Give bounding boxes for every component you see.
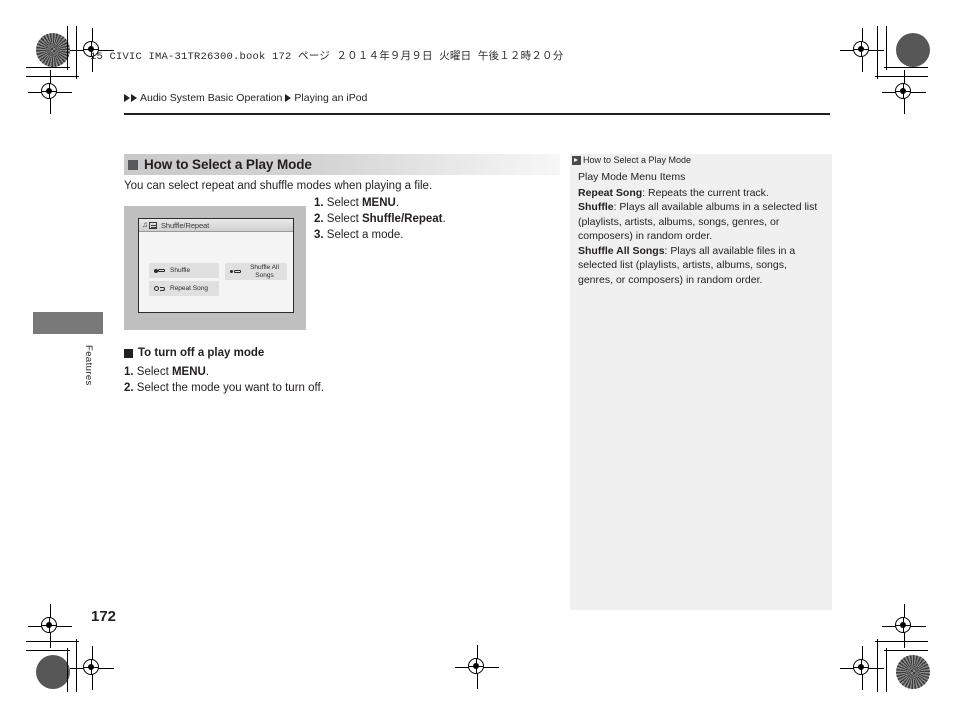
- triangle-right-icon: [124, 94, 130, 102]
- list-item: 3. Select a mode.: [314, 227, 446, 243]
- crop-line-br-v2: [877, 639, 878, 692]
- step-number: 1.: [314, 197, 324, 209]
- step-text: Select: [326, 213, 362, 225]
- crop-line-tl-v2: [76, 26, 77, 79]
- music-note-icon: ♫: [142, 220, 148, 229]
- list-item: 1. Select MENU.: [314, 195, 446, 211]
- page-number: 172: [91, 608, 117, 625]
- illustration-container: ♫ Shuffle/Repeat Shuffle Repeat Song Shu…: [124, 206, 306, 330]
- triangle-right-icon: [285, 94, 292, 102]
- crop-line-tr-h2: [875, 76, 928, 77]
- screen-title-bar: ♫ Shuffle/Repeat: [139, 219, 293, 232]
- registration-rosette-bottom-right: [896, 655, 930, 689]
- turn-off-steps: 1. Select MENU. 2. Select the mode you w…: [124, 364, 324, 396]
- crop-line-bl-h2: [26, 641, 79, 642]
- crop-line-tl-v1: [67, 26, 68, 70]
- screen-button-label: Shuffle: [170, 266, 191, 274]
- chapter-tab-label: Features: [83, 345, 94, 386]
- screen-title-label: Shuffle/Repeat: [161, 220, 210, 230]
- registration-crosshair-bottom-left: [70, 646, 114, 690]
- crop-line-tr-h1: [884, 67, 928, 68]
- step-suffix: .: [205, 366, 210, 378]
- step-number: 3.: [314, 229, 324, 241]
- note-item: Repeat Song: Repeats the current track.: [578, 186, 824, 201]
- registration-crosshair-bottom-right: [840, 646, 884, 690]
- list-item: 1. Select MENU.: [124, 364, 324, 380]
- registration-crosshair-inner-top-left: [28, 70, 72, 114]
- step-text: Select a mode.: [326, 229, 404, 241]
- note-item-desc: : Plays all available albums in a select…: [578, 201, 818, 242]
- section-heading: How to Select a Play Mode: [124, 154, 560, 175]
- step-emphasis: Shuffle/Repeat: [361, 213, 443, 225]
- intro-text: You can select repeat and shuffle modes …: [124, 180, 433, 192]
- breadcrumb: Audio System Basic Operation Playing an …: [124, 92, 367, 104]
- note-item: Shuffle: Plays all available albums in a…: [578, 200, 824, 244]
- procedure-steps: 1. Select MENU. 2. Select Shuffle/Repeat…: [314, 195, 446, 243]
- header-rule: [124, 113, 830, 115]
- double-chevron-right-icon: [572, 155, 581, 165]
- crop-line-tr-v1: [886, 26, 887, 70]
- crop-line-br-h2: [875, 641, 928, 642]
- filled-square-icon: [128, 159, 138, 170]
- breadcrumb-topic[interactable]: Playing an iPod: [294, 92, 367, 104]
- registration-crosshair-inner-top-right: [882, 70, 926, 114]
- crop-line-br-v1: [886, 648, 887, 692]
- shuffle-all-icon: [230, 269, 241, 275]
- step-suffix: .: [442, 213, 446, 225]
- note-item: Shuffle All Songs: Plays all available f…: [578, 244, 824, 288]
- crop-line-bl-v1: [67, 648, 68, 692]
- note-item-term: Shuffle: [578, 201, 614, 213]
- triangle-right-icon: [131, 94, 137, 102]
- list-screen-icon: [149, 221, 157, 229]
- crop-line-tl-h1: [26, 67, 70, 68]
- step-text: Select the mode you want to turn off.: [136, 382, 324, 394]
- step-suffix: .: [395, 197, 400, 209]
- repeat-song-icon: [154, 286, 165, 292]
- registration-dot-bottom-left: [36, 655, 70, 689]
- note-panel-heading: How to Select a Play Mode: [572, 155, 691, 165]
- step-number: 1.: [124, 366, 134, 378]
- turn-off-heading: To turn off a play mode: [124, 347, 264, 359]
- step-text: Select: [136, 366, 172, 378]
- screen-button-shuffle[interactable]: Shuffle: [149, 263, 219, 278]
- turn-off-title: To turn off a play mode: [138, 347, 265, 359]
- note-panel-body: Play Mode Menu Items Repeat Song: Repeat…: [578, 170, 824, 287]
- registration-crosshair-bottom-center: [455, 645, 499, 689]
- head-unit-screen: ♫ Shuffle/Repeat Shuffle Repeat Song Shu…: [138, 218, 294, 313]
- note-item-term: Repeat Song: [578, 186, 643, 199]
- note-panel-title: How to Select a Play Mode: [583, 155, 692, 165]
- crop-line-bl-h1: [26, 650, 70, 651]
- step-number: 2.: [314, 213, 324, 225]
- list-item: 2. Select the mode you want to turn off.: [124, 380, 324, 396]
- registration-dot-top-right: [896, 33, 930, 67]
- print-book-line: 15 CIVIC IMA-31TR26300.book 172 ページ ２０１４…: [90, 51, 564, 63]
- crop-line-tr-v2: [877, 26, 878, 79]
- note-item-desc: : Repeats the current track.: [642, 186, 769, 199]
- crop-line-tl-h2: [26, 76, 79, 77]
- crop-line-br-h1: [884, 650, 928, 651]
- crop-line-bl-v2: [76, 639, 77, 692]
- breadcrumb-section[interactable]: Audio System Basic Operation: [140, 92, 282, 104]
- list-item: 2. Select Shuffle/Repeat.: [314, 211, 446, 227]
- chapter-tab-marker: [33, 312, 103, 334]
- registration-crosshair-inner-bottom-left: [28, 604, 72, 648]
- step-emphasis: MENU: [361, 197, 396, 209]
- registration-crosshair-top-right: [840, 28, 884, 72]
- shuffle-icon: [154, 268, 165, 274]
- page-title: How to Select a Play Mode: [144, 157, 312, 172]
- registration-rosette-top-left: [36, 33, 70, 67]
- screen-button-label: Repeat Song: [170, 284, 208, 292]
- note-subtitle: Play Mode Menu Items: [578, 171, 686, 183]
- screen-button-repeat-song[interactable]: Repeat Song: [149, 281, 219, 296]
- screen-button-shuffle-all-songs[interactable]: Shuffle All Songs: [225, 263, 287, 280]
- step-number: 2.: [124, 382, 134, 394]
- registration-crosshair-inner-bottom-right: [882, 604, 926, 648]
- note-item-term: Shuffle All Songs: [578, 244, 665, 257]
- screen-button-label: Shuffle All Songs: [250, 264, 279, 279]
- step-text: Select: [326, 197, 362, 209]
- filled-square-icon: [124, 348, 133, 358]
- step-emphasis: MENU: [171, 366, 206, 378]
